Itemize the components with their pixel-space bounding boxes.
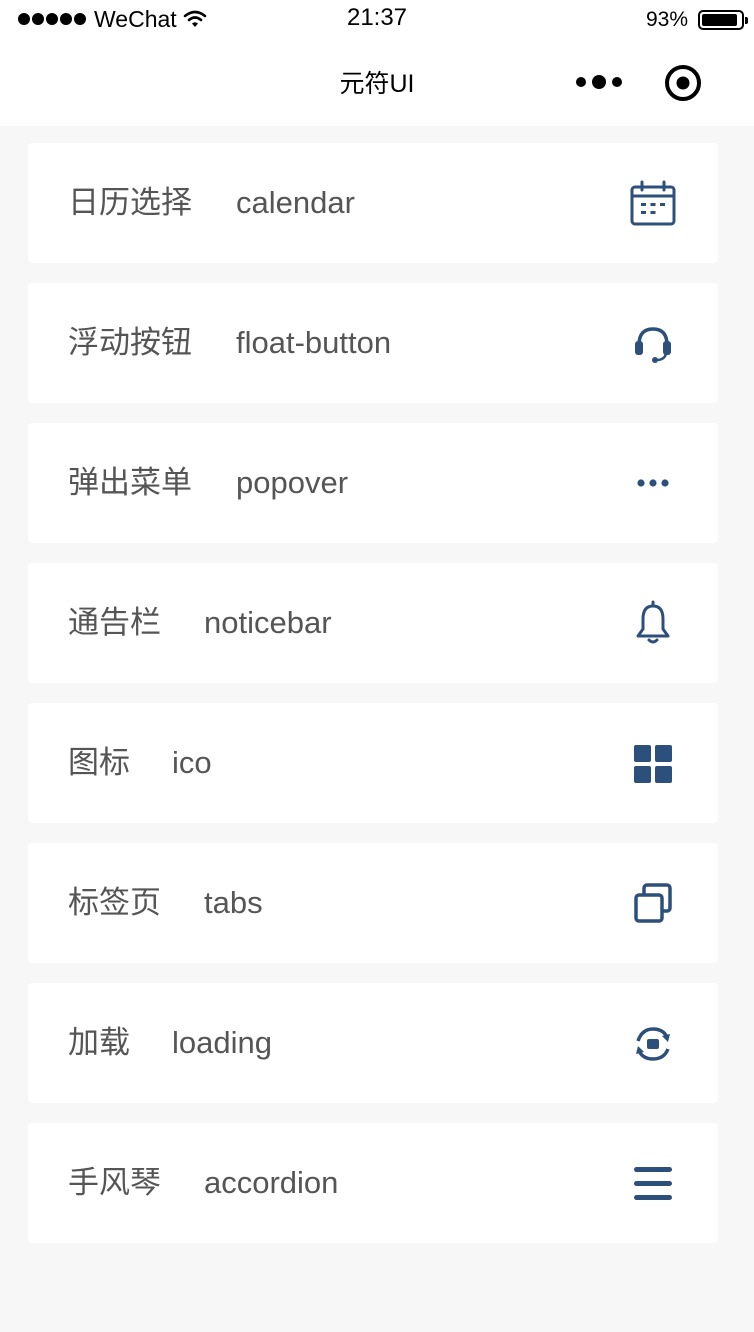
headset-icon <box>628 319 678 369</box>
status-bar: WeChat 21:37 93% <box>0 0 754 38</box>
list-item-loading[interactable]: 加载 loading <box>28 983 718 1103</box>
item-chinese-label: 日历选择 <box>68 185 192 220</box>
grid-icon <box>628 739 678 789</box>
item-chinese-label: 浮动按钮 <box>68 325 192 360</box>
list-item-calendar[interactable]: 日历选择 calendar <box>28 143 718 263</box>
item-chinese-label: 手风琴 <box>68 1165 161 1200</box>
item-chinese-label: 图标 <box>68 745 130 780</box>
nav-bar: 元符UI <box>0 38 754 126</box>
bell-icon <box>628 599 678 649</box>
item-english-label: tabs <box>204 885 263 920</box>
list-item-accordion[interactable]: 手风琴 accordion <box>28 1123 718 1243</box>
list-item-tabs[interactable]: 标签页 tabs <box>28 843 718 963</box>
item-english-label: noticebar <box>204 605 332 640</box>
item-chinese-label: 弹出菜单 <box>68 465 192 500</box>
item-chinese-label: 标签页 <box>68 885 161 920</box>
battery-icon <box>698 10 748 30</box>
list-item-popover[interactable]: 弹出菜单 popover <box>28 423 718 543</box>
item-chinese-label: 通告栏 <box>68 605 161 640</box>
item-english-label: calendar <box>236 185 355 220</box>
item-chinese-label: 加载 <box>68 1025 130 1060</box>
item-english-label: popover <box>236 465 349 500</box>
menu-icon <box>628 1159 678 1209</box>
list-item-noticebar[interactable]: 通告栏 noticebar <box>28 563 718 683</box>
page-title: 元符UI <box>339 70 415 98</box>
more-dots-icon[interactable] <box>576 74 622 90</box>
copy-icon <box>628 879 678 929</box>
item-english-label: accordion <box>204 1165 339 1200</box>
list-item-float-button[interactable]: 浮动按钮 float-button <box>28 283 718 403</box>
ellipsis-icon <box>628 459 678 509</box>
refresh-icon <box>628 1019 678 1069</box>
target-close-icon[interactable] <box>664 64 702 102</box>
item-english-label: float-button <box>236 325 392 360</box>
calendar-icon <box>628 179 678 229</box>
item-english-label: ico <box>172 745 212 780</box>
status-time: 21:37 <box>346 4 408 31</box>
item-english-label: loading <box>172 1025 272 1060</box>
component-list: 日历选择 calendar 浮动按钮 float-button 弹出菜单 popover 通… <box>28 143 718 1263</box>
battery-percent: 93% <box>645 8 688 31</box>
list-item-ico[interactable]: 图标 ico <box>28 703 718 823</box>
status-right: 93% <box>645 6 748 34</box>
